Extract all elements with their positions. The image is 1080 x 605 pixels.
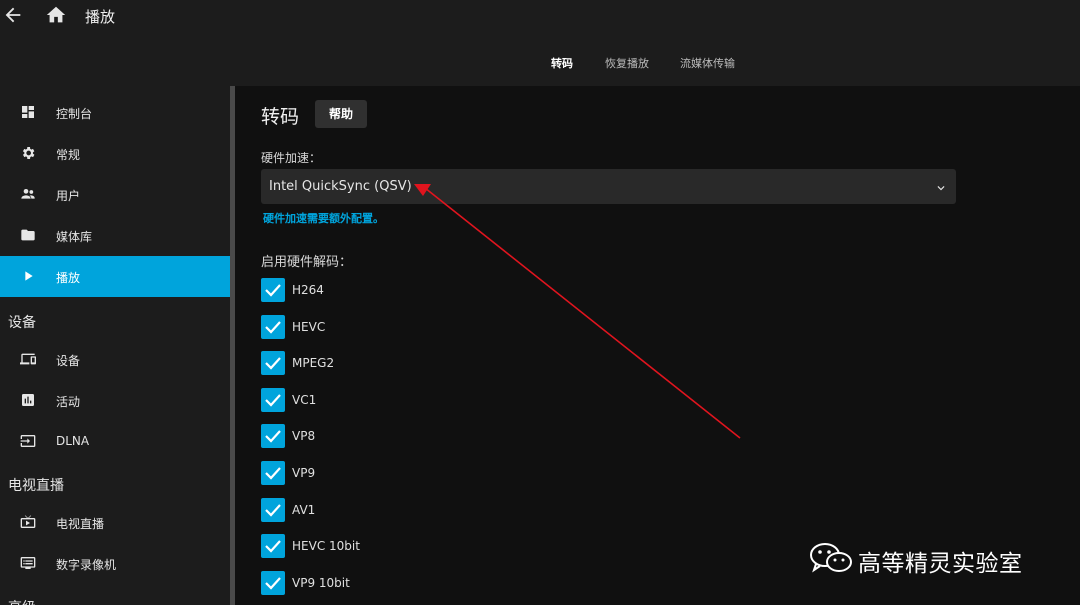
checkbox-vc1[interactable]: VC1 [261,388,561,412]
tab-bar: 转码 恢复播放 流媒体传输 [0,55,1080,71]
checkbox-checked-icon [261,351,285,375]
sidebar-item-playback[interactable]: 播放 [0,256,230,297]
checkbox-label: HEVC 10bit [292,539,360,553]
sidebar-item-dvr[interactable]: 数字录像机 [0,543,230,584]
watermark: 高等精灵实验室 [808,538,1058,578]
main-content: 转码 帮助 硬件加速： Intel QuickSync (QSV) 硬件加速需要… [235,86,1080,605]
play-icon [20,268,36,284]
sidebar-section-devices: 设备 [8,315,36,331]
page-header-title: 播放 [85,8,116,26]
sidebar-item-label: 控制台 [56,107,93,121]
sidebar-item-label: 常规 [56,148,81,162]
hw-accel-select[interactable]: Intel QuickSync (QSV) [261,169,956,204]
hw-decode-label: 启用硬件解码： [261,255,353,270]
tab-resume[interactable]: 恢复播放 [605,55,649,71]
back-arrow-icon[interactable] [2,4,24,26]
checkbox-checked-icon [261,498,285,522]
page-title: 转码 [261,106,300,128]
sidebar-item-livetv[interactable]: 电视直播 [0,502,230,543]
sidebar-item-library[interactable]: 媒体库 [0,215,230,256]
sidebar-item-dashboard[interactable]: 控制台 [0,92,230,133]
checkbox-vp9[interactable]: VP9 [261,461,561,485]
hw-accel-help-link[interactable]: 硬件加速需要额外配置。 [263,210,384,226]
sidebar-item-activity[interactable]: 活动 [0,380,230,421]
checkbox-hevc[interactable]: HEVC [261,315,561,339]
checkbox-label: VP9 10bit [292,576,350,590]
checkbox-label: HEVC [292,320,326,334]
devices-icon [20,351,36,367]
dvr-icon [20,555,36,571]
chevron-down-icon [934,180,948,194]
help-button[interactable]: 帮助 [315,100,367,128]
wechat-icon [808,541,854,575]
checkbox-checked-icon [261,315,285,339]
checkbox-checked-icon [261,388,285,412]
sidebar-item-label: 数字录像机 [56,558,117,572]
checkbox-label: VC1 [292,393,317,407]
sidebar-item-label: 播放 [56,271,81,285]
checkbox-av1[interactable]: AV1 [261,498,561,522]
sidebar-item-label: 活动 [56,395,81,409]
sidebar-item-label: 媒体库 [56,230,93,244]
sidebar: 控制台 常规 用户 媒体库 播放 设备 设备 活动 DLNA 电视直播 电视直播… [0,86,230,605]
checkbox-label: VP8 [292,429,316,443]
gear-icon [20,145,36,161]
sidebar-item-devices[interactable]: 设备 [0,339,230,380]
checkbox-label: AV1 [292,503,316,517]
checkbox-hevc-10bit[interactable]: HEVC 10bit [261,534,561,558]
checkbox-vp8[interactable]: VP8 [261,424,561,448]
checkbox-label: VP9 [292,466,316,480]
watermark-text: 高等精灵实验室 [858,551,1023,577]
sidebar-item-label: 电视直播 [56,517,105,531]
checkbox-checked-icon [261,571,285,595]
hw-accel-label: 硬件加速： [261,151,322,165]
app-header: 播放 转码 恢复播放 流媒体传输 [0,0,1080,86]
sidebar-item-label: 设备 [56,354,81,368]
checkbox-label: MPEG2 [292,356,335,370]
tab-transcoding[interactable]: 转码 [551,55,573,71]
home-icon[interactable] [45,4,67,26]
sidebar-section-livetv: 电视直播 [8,478,64,494]
sidebar-item-users[interactable]: 用户 [0,174,230,215]
checkbox-h264[interactable]: H264 [261,278,561,302]
checkbox-mpeg2[interactable]: MPEG2 [261,351,561,375]
sidebar-item-label: DLNA [56,434,90,448]
hw-accel-value: Intel QuickSync (QSV) [269,179,412,194]
sidebar-section-advanced: 高级 [8,597,36,605]
dashboard-icon [20,104,36,120]
folder-icon [20,227,36,243]
activity-icon [20,392,36,408]
checkbox-checked-icon [261,534,285,558]
users-icon [20,186,36,202]
checkbox-checked-icon [261,424,285,448]
checkbox-vp9-10bit[interactable]: VP9 10bit [261,571,561,595]
checkbox-label: H264 [292,283,324,297]
sidebar-item-general[interactable]: 常规 [0,133,230,174]
sidebar-item-dlna[interactable]: DLNA [0,421,230,462]
checkbox-checked-icon [261,461,285,485]
tab-streaming[interactable]: 流媒体传输 [680,55,735,71]
sidebar-item-label: 用户 [56,189,81,203]
checkbox-checked-icon [261,278,285,302]
input-icon [20,433,36,449]
tv-icon [20,514,36,530]
